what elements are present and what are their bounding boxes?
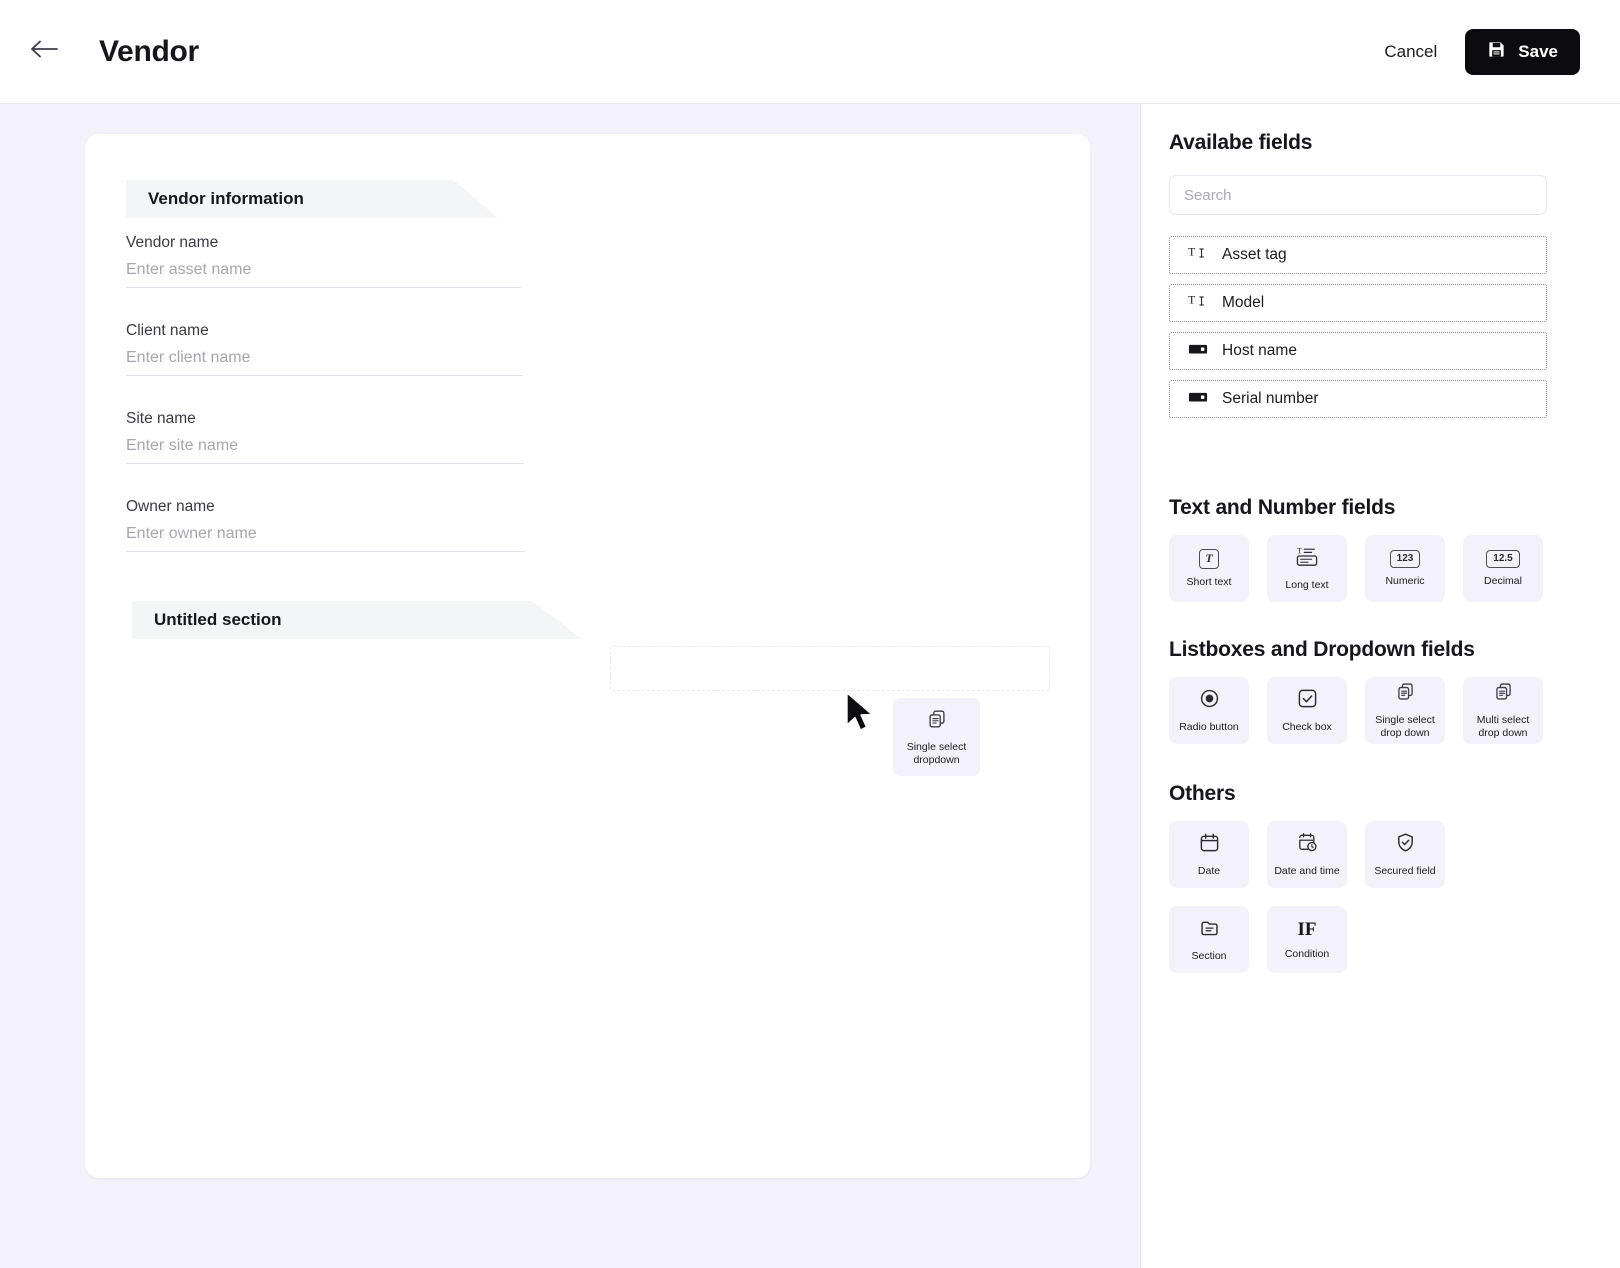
- vendor-name-input[interactable]: [126, 259, 521, 288]
- tile-multi-select-drop-down[interactable]: Multi select drop down: [1463, 677, 1543, 744]
- form-field-site-name[interactable]: Site name: [126, 410, 546, 464]
- site-name-input[interactable]: [126, 435, 524, 464]
- tile-condition[interactable]: IF Condition: [1267, 906, 1347, 973]
- section-title: Untitled section: [154, 610, 282, 629]
- tile-label: Multi select drop down: [1476, 714, 1530, 739]
- form-fields: Vendor name Client name Site name Owner …: [126, 234, 546, 586]
- tile-label: Decimal: [1484, 574, 1522, 587]
- boxed-t-icon: T: [1199, 548, 1219, 569]
- field-label: Site name: [126, 410, 196, 427]
- tile-section[interactable]: Section: [1169, 906, 1249, 973]
- section-header-vendor-information[interactable]: Vendor information: [126, 180, 498, 218]
- form-canvas[interactable]: Vendor information Vendor name Client na…: [0, 104, 1140, 1268]
- available-field-label: Serial number: [1222, 390, 1319, 407]
- input-box-icon: [1188, 342, 1208, 361]
- tile-row-listboxes: Radio button Check box Single select dro…: [1169, 677, 1588, 744]
- section-folder-icon: [1199, 917, 1220, 943]
- client-name-input[interactable]: [126, 347, 523, 376]
- tile-date[interactable]: Date: [1169, 821, 1249, 888]
- calendar-clock-icon: [1297, 832, 1318, 858]
- tile-label: Check box: [1282, 720, 1332, 733]
- drag-preview-label: Single select dropdown: [906, 740, 967, 766]
- back-button[interactable]: [22, 30, 66, 74]
- section-header-untitled-section[interactable]: Untitled section: [132, 601, 582, 639]
- boxed-decimal-icon: 12.5: [1486, 549, 1520, 568]
- tile-decimal[interactable]: 12.5 Decimal: [1463, 535, 1543, 602]
- tile-single-select-drop-down[interactable]: Single select drop down: [1365, 677, 1445, 744]
- body-split: Vendor information Vendor name Client na…: [0, 104, 1620, 1268]
- save-button-label: Save: [1518, 41, 1558, 61]
- checkbox-icon: [1297, 688, 1318, 714]
- single-select-dropdown-icon: [926, 708, 948, 735]
- tile-label: Section: [1191, 949, 1227, 962]
- available-fields-sidebar: Availabe fields T Asset tag T: [1140, 104, 1620, 1268]
- tile-label: Short text: [1186, 575, 1232, 588]
- available-field-label: Host name: [1222, 342, 1297, 359]
- svg-text:T: T: [1188, 293, 1195, 306]
- tile-label: Date and time: [1274, 864, 1340, 877]
- tile-label: Radio button: [1179, 720, 1239, 733]
- tile-radio-button[interactable]: Radio button: [1169, 677, 1249, 744]
- tile-secured-field[interactable]: Secured field: [1365, 821, 1445, 888]
- calendar-icon: [1199, 832, 1220, 858]
- app-header: Vendor Cancel Save: [0, 0, 1620, 104]
- save-floppy-icon: [1487, 40, 1506, 64]
- tile-date-and-time[interactable]: Date and time: [1267, 821, 1347, 888]
- available-field-host-name[interactable]: Host name: [1169, 332, 1547, 370]
- tile-row-text-and-number: T Short text T Long text 123 Numeric 12.…: [1169, 535, 1588, 602]
- available-field-label: Asset tag: [1222, 246, 1287, 263]
- tile-numeric[interactable]: 123 Numeric: [1365, 535, 1445, 602]
- available-fields-list: T Asset tag T Model Host name Serial num…: [1169, 236, 1547, 418]
- tile-long-text[interactable]: T Long text: [1267, 535, 1347, 602]
- form-card: Vendor information Vendor name Client na…: [85, 134, 1090, 1178]
- drop-zone[interactable]: [610, 646, 1050, 691]
- single-select-dropdown-icon: [1395, 681, 1416, 707]
- available-field-serial-number[interactable]: Serial number: [1169, 380, 1547, 418]
- tile-label: Secured field: [1374, 864, 1436, 877]
- group-title-others: Others: [1169, 782, 1236, 805]
- search-input[interactable]: [1169, 175, 1547, 215]
- cancel-button[interactable]: Cancel: [1370, 32, 1451, 72]
- field-label: Vendor name: [126, 234, 219, 251]
- multi-select-dropdown-icon: [1493, 681, 1514, 707]
- tile-check-box[interactable]: Check box: [1267, 677, 1347, 744]
- tile-label: Numeric: [1385, 574, 1425, 587]
- form-field-vendor-name[interactable]: Vendor name: [126, 234, 546, 288]
- svg-text:T: T: [1297, 546, 1302, 555]
- available-fields-title: Availabe fields: [1169, 131, 1313, 154]
- available-field-asset-tag[interactable]: T Asset tag: [1169, 236, 1547, 274]
- form-field-owner-name[interactable]: Owner name: [126, 498, 546, 552]
- field-label: Client name: [126, 322, 209, 339]
- drag-preview-single-select-dropdown[interactable]: Single select dropdown: [893, 698, 980, 776]
- long-text-icon: T: [1296, 546, 1318, 572]
- arrow-left-icon: [29, 38, 59, 65]
- group-title-text-and-number-fields: Text and Number fields: [1169, 496, 1396, 519]
- available-field-model[interactable]: T Model: [1169, 284, 1547, 322]
- input-box-icon: [1188, 390, 1208, 409]
- page-title: Vendor: [99, 34, 199, 68]
- if-condition-icon: IF: [1297, 918, 1317, 940]
- field-label: Owner name: [126, 498, 215, 515]
- tile-short-text[interactable]: T Short text: [1169, 535, 1249, 602]
- radio-button-icon: [1199, 688, 1220, 714]
- section-title: Vendor information: [148, 189, 304, 208]
- shield-check-icon: [1395, 832, 1416, 858]
- owner-name-input[interactable]: [126, 523, 525, 552]
- svg-text:T: T: [1188, 245, 1195, 258]
- text-cursor-icon: T: [1188, 244, 1208, 267]
- tile-row-others-1: Date Date and time Secured field: [1169, 821, 1588, 888]
- vendor-form-builder: Vendor Cancel Save Vendor information Ve…: [0, 0, 1620, 1268]
- tile-label: Long text: [1285, 578, 1329, 591]
- tile-label: Date: [1197, 864, 1221, 877]
- text-cursor-icon: T: [1188, 292, 1208, 315]
- tile-label: Single select drop down: [1375, 714, 1435, 739]
- tile-label: Condition: [1284, 947, 1330, 960]
- form-field-client-name[interactable]: Client name: [126, 322, 546, 376]
- group-title-listboxes-and-dropdown-fields: Listboxes and Dropdown fields: [1169, 638, 1475, 661]
- tile-row-others-2: Section IF Condition: [1169, 906, 1588, 973]
- available-field-label: Model: [1222, 294, 1265, 311]
- save-button[interactable]: Save: [1465, 28, 1580, 75]
- boxed-123-icon: 123: [1390, 549, 1420, 568]
